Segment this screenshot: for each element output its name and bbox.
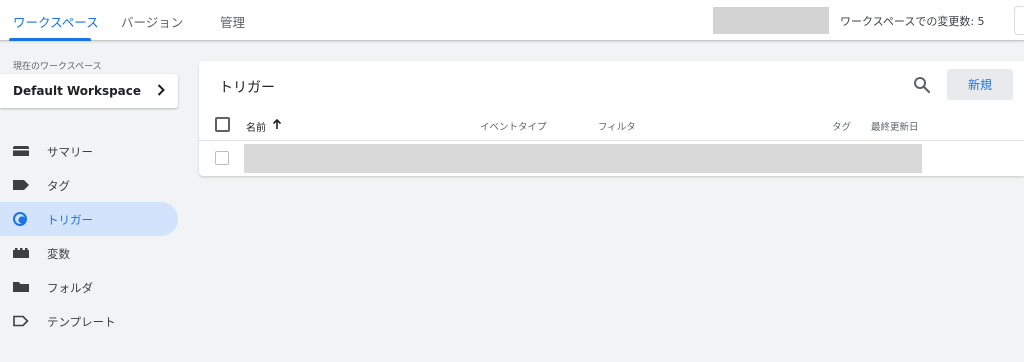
page-title: トリガー <box>219 80 275 96</box>
column-tag[interactable]: タグ <box>832 119 851 133</box>
top-bar: ワークスペース バージョン 管理 ワークスペースでの変更数: 5 <box>0 0 1024 41</box>
sidebar-item-variables[interactable]: 変数 <box>0 236 178 270</box>
sidebar-item-label: テンプレート <box>47 315 116 329</box>
tab-versions[interactable]: バージョン <box>121 12 183 31</box>
redacted-block <box>713 7 829 34</box>
new-button[interactable]: 新規 <box>947 69 1013 100</box>
sidebar-item-label: トリガー <box>47 213 93 227</box>
column-event-type[interactable]: イベントタイプ <box>480 119 547 133</box>
workspace-name: Default Workspace <box>13 84 142 98</box>
folder-icon <box>13 282 29 292</box>
select-all-checkbox[interactable] <box>215 117 230 132</box>
row-checkbox[interactable] <box>215 151 229 165</box>
sidebar-item-tags[interactable]: タグ <box>0 168 178 202</box>
search-icon[interactable] <box>913 76 931 94</box>
variable-icon <box>13 248 29 258</box>
sidebar-item-label: タグ <box>47 179 70 193</box>
column-last-updated[interactable]: 最終更新日 <box>871 119 919 133</box>
trigger-icon <box>13 212 27 226</box>
sidebar-item-triggers[interactable]: トリガー <box>0 202 178 236</box>
table-header: 名前 イベントタイプ フィルタ タグ 最終更新日 <box>199 109 1024 141</box>
workspace-caption: 現在のワークスペース <box>13 62 102 72</box>
sidebar-item-folders[interactable]: フォルダ <box>0 270 178 304</box>
sidebar-item-templates[interactable]: テンプレート <box>0 304 178 338</box>
redacted-row-content <box>244 144 922 173</box>
tab-admin[interactable]: 管理 <box>220 12 245 31</box>
sidebar-item-label: サマリー <box>47 145 93 159</box>
sidebar-item-summary[interactable]: サマリー <box>0 134 178 168</box>
sidebar-item-label: フォルダ <box>47 281 93 295</box>
sidebar-item-label: 変数 <box>47 247 70 261</box>
tab-workspace[interactable]: ワークスペース <box>13 12 99 31</box>
table-row[interactable] <box>199 143 1024 176</box>
summary-folder-icon <box>13 146 29 156</box>
column-filter[interactable]: フィルタ <box>598 119 636 133</box>
workspace-selector[interactable]: Default Workspace <box>0 74 178 108</box>
active-tab-indicator <box>9 38 91 41</box>
chevron-right-icon <box>157 84 165 96</box>
column-name[interactable]: 名前 <box>246 119 266 134</box>
submit-button-edge[interactable] <box>1014 6 1024 35</box>
sort-ascending-icon[interactable] <box>271 118 283 130</box>
workspace-changes-count: ワークスペースでの変更数: 5 <box>840 15 985 28</box>
template-icon <box>13 315 29 327</box>
tag-icon <box>13 180 29 190</box>
triggers-card: トリガー 新規 名前 イベントタイプ フィルタ タグ 最終更新日 <box>199 61 1024 176</box>
